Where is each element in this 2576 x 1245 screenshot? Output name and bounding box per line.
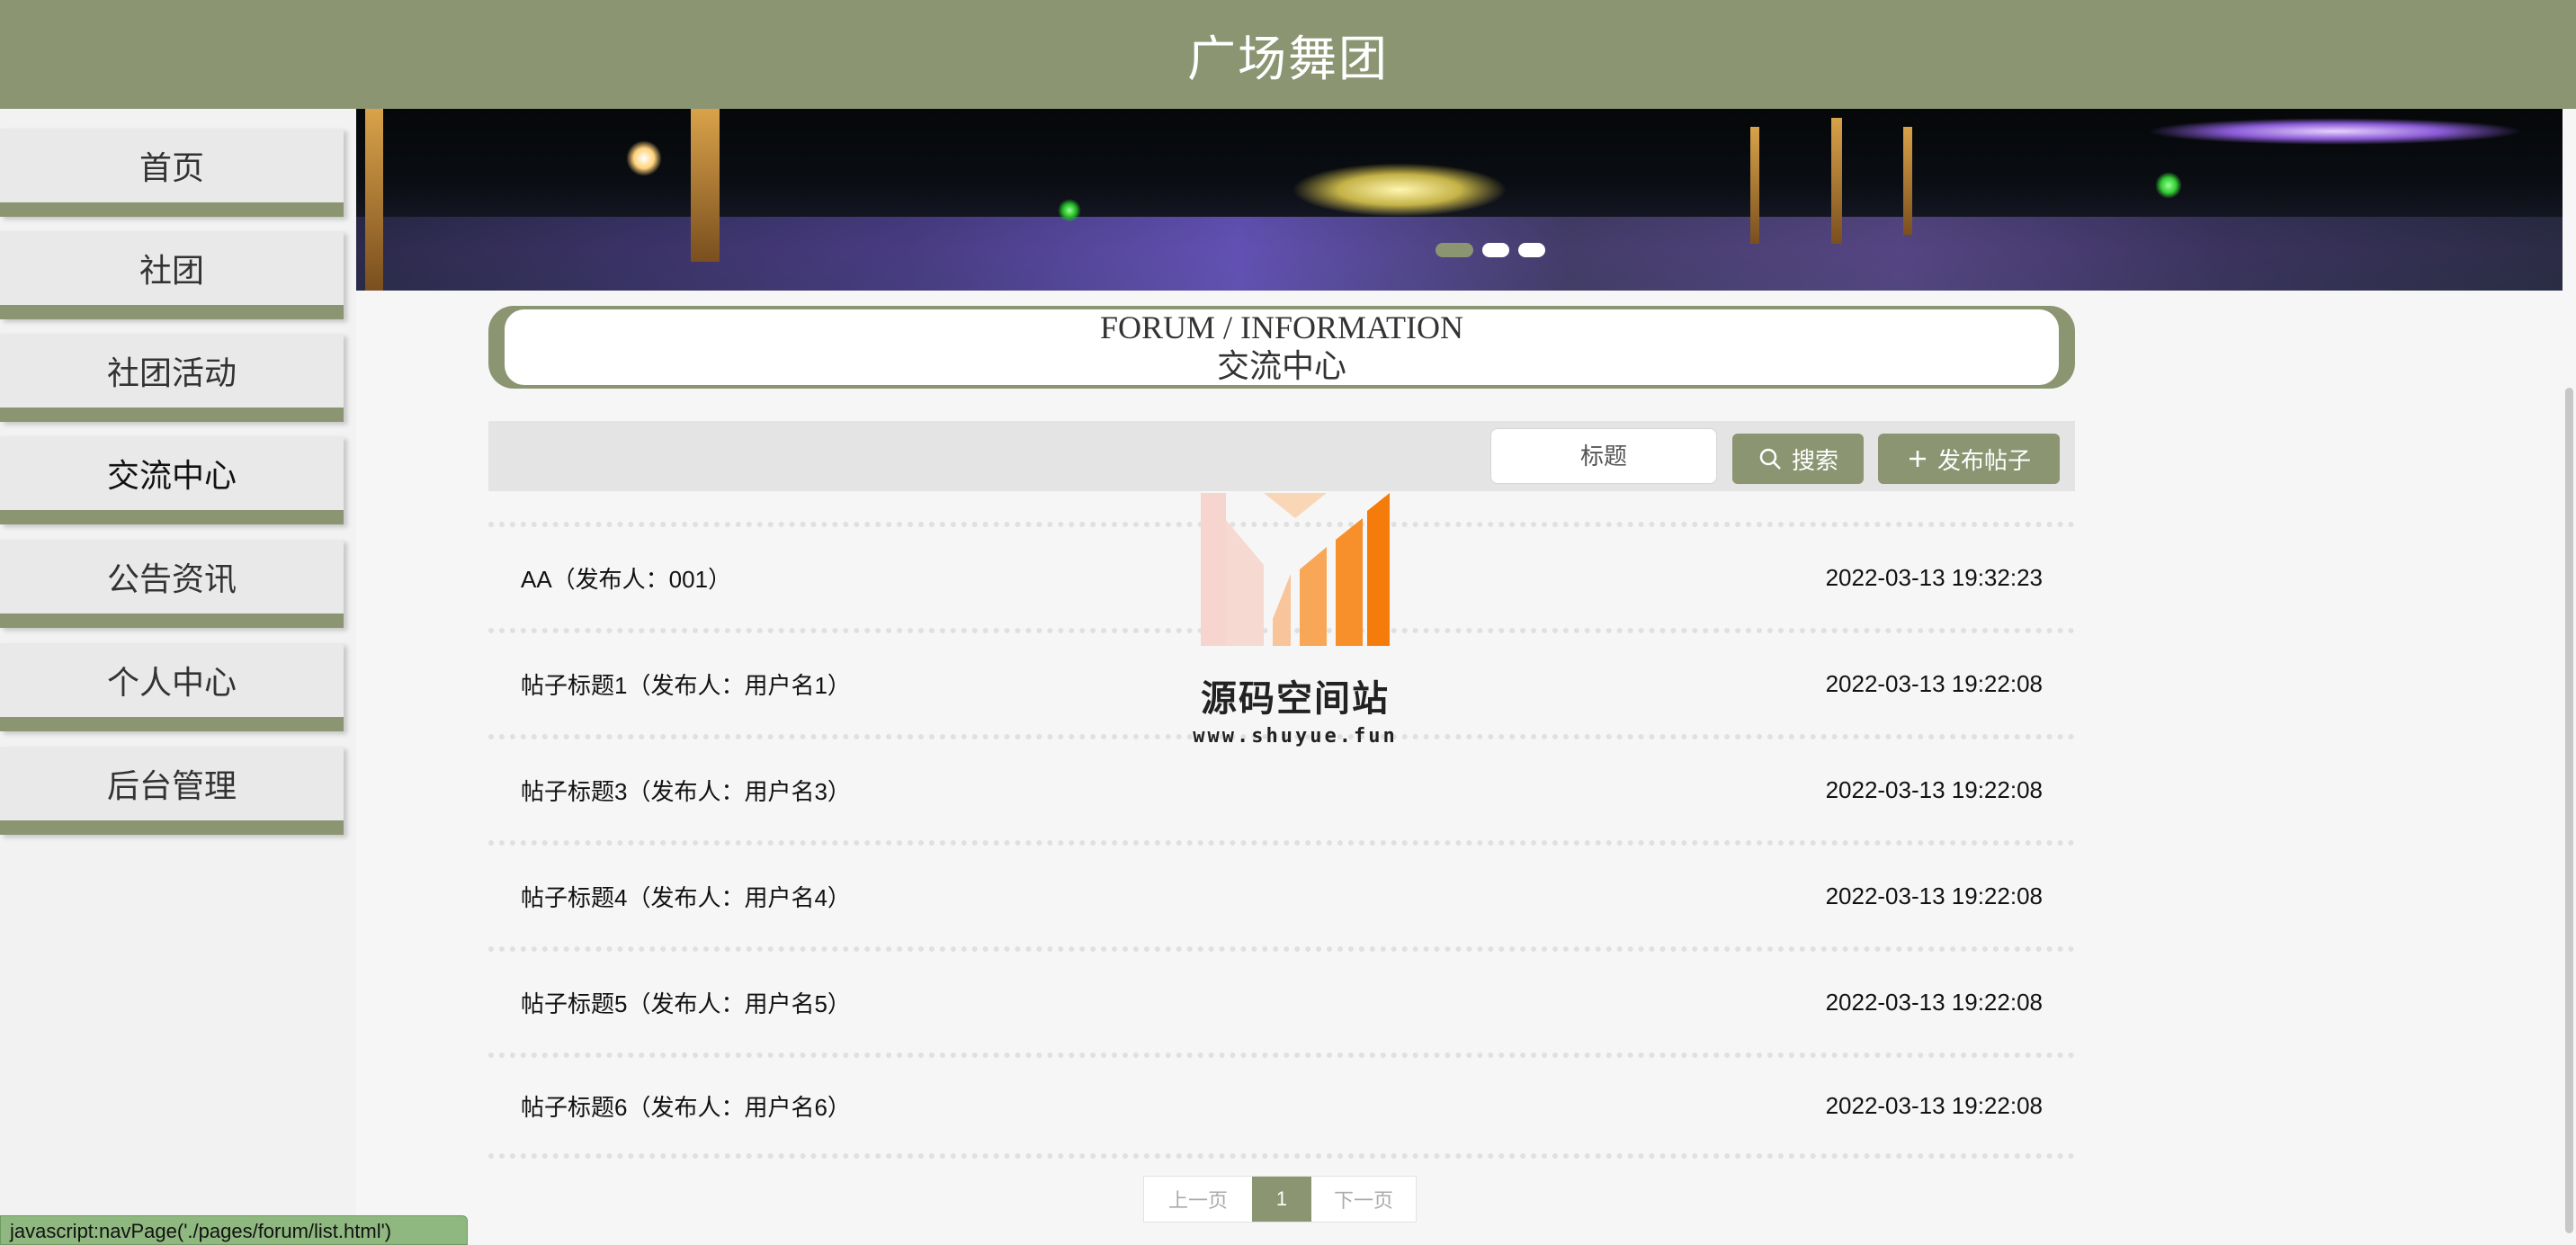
- search-icon: [1758, 446, 1783, 471]
- banner-image-light: [626, 140, 662, 176]
- section-title-box: FORUM / INFORMATION 交流中心: [488, 306, 2075, 389]
- sidebar-item-club-activities[interactable]: 社团活动: [0, 334, 344, 422]
- watermark-url: www.shuyue.fun: [1193, 725, 1398, 748]
- sidebar-item-home[interactable]: 首页: [0, 129, 344, 217]
- banner-image-light: [1058, 199, 1081, 222]
- carousel-dot-1[interactable]: [1436, 243, 1473, 257]
- watermark-name: 源码空间站: [1201, 679, 1390, 719]
- sidebar-nav: 首页 社团 社团活动 交流中心 公告资讯 个人中心 后台管理: [0, 109, 356, 1245]
- sidebar-item-announcements[interactable]: 公告资讯: [0, 540, 344, 628]
- post-title[interactable]: 帖子标题3（发布人：用户名3）: [521, 774, 851, 807]
- scrollbar-thumb[interactable]: [2565, 388, 2573, 1233]
- sidebar-item-personal-center[interactable]: 个人中心: [0, 643, 344, 731]
- watermark: 源码空间站 www.shuyue.fun: [1178, 493, 1412, 754]
- post-time: 2022-03-13 19:22:08: [1825, 988, 2043, 1016]
- post-time: 2022-03-13 19:22:08: [1825, 882, 2043, 909]
- post-time: 2022-03-13 19:32:23: [1825, 563, 2043, 591]
- sidebar-item-club[interactable]: 社团: [0, 231, 344, 319]
- post-title[interactable]: 帖子标题1（发布人：用户名1）: [521, 667, 851, 701]
- banner-carousel[interactable]: [356, 109, 2563, 291]
- carousel-indicators: [1436, 243, 1545, 257]
- post-title[interactable]: AA（发布人：001）: [521, 561, 731, 595]
- post-time: 2022-03-13 19:22:08: [1825, 1091, 2043, 1119]
- banner-image-pillar: [365, 109, 383, 291]
- publish-button-label: 发布帖子: [1936, 446, 2031, 474]
- post-title[interactable]: 帖子标题6（发布人：用户名6）: [521, 1089, 851, 1123]
- post-title[interactable]: 帖子标题4（发布人：用户名4）: [521, 880, 851, 913]
- banner-image-light: [2146, 118, 2524, 145]
- carousel-dot-2[interactable]: [1482, 243, 1509, 257]
- section-title-en: FORUM / INFORMATION: [1099, 309, 1464, 345]
- plus-icon: [1907, 448, 1928, 470]
- current-page-button[interactable]: 1: [1252, 1177, 1311, 1222]
- browser-status-bar: javascript:navPage('./pages/forum/list.h…: [0, 1215, 468, 1245]
- search-input[interactable]: [1490, 428, 1717, 484]
- publish-post-button[interactable]: 发布帖子: [1878, 434, 2060, 484]
- search-button-label: 搜索: [1791, 446, 1838, 474]
- search-button[interactable]: 搜索: [1732, 434, 1864, 484]
- pagination: 上一页 1 下一页: [1143, 1176, 1417, 1223]
- post-time: 2022-03-13 19:22:08: [1825, 775, 2043, 803]
- post-time: 2022-03-13 19:22:08: [1825, 669, 2043, 697]
- prev-page-button[interactable]: 上一页: [1144, 1177, 1252, 1222]
- search-bar: 搜索 发布帖子: [488, 421, 2075, 491]
- watermark-logo-icon: [1201, 493, 1390, 646]
- next-page-button[interactable]: 下一页: [1311, 1177, 1416, 1222]
- banner-image-pillar: [1750, 127, 1759, 244]
- banner-image-pillar: [691, 109, 720, 262]
- post-row[interactable]: 帖子标题4（发布人：用户名4） 2022-03-13 19:22:08: [488, 840, 2075, 946]
- site-header: 广场舞团: [0, 0, 2576, 109]
- section-title-zh: 交流中心: [1216, 348, 1346, 384]
- post-row[interactable]: 帖子标题6（发布人：用户名6） 2022-03-13 19:22:08: [488, 1052, 2075, 1159]
- banner-image-pillar: [1831, 118, 1842, 244]
- sidebar-item-admin[interactable]: 后台管理: [0, 747, 344, 835]
- sidebar-item-forum[interactable]: 交流中心: [0, 436, 344, 524]
- banner-image-light: [1292, 163, 1507, 217]
- post-row[interactable]: 帖子标题5（发布人：用户名5） 2022-03-13 19:22:08: [488, 946, 2075, 1052]
- banner-image-pillar: [1903, 127, 1912, 235]
- banner-image-light: [2155, 172, 2182, 199]
- carousel-dot-3[interactable]: [1518, 243, 1545, 257]
- site-title: 广场舞团: [1187, 32, 1389, 86]
- post-title[interactable]: 帖子标题5（发布人：用户名5）: [521, 986, 851, 1019]
- page-scrollbar[interactable]: [2563, 109, 2576, 1245]
